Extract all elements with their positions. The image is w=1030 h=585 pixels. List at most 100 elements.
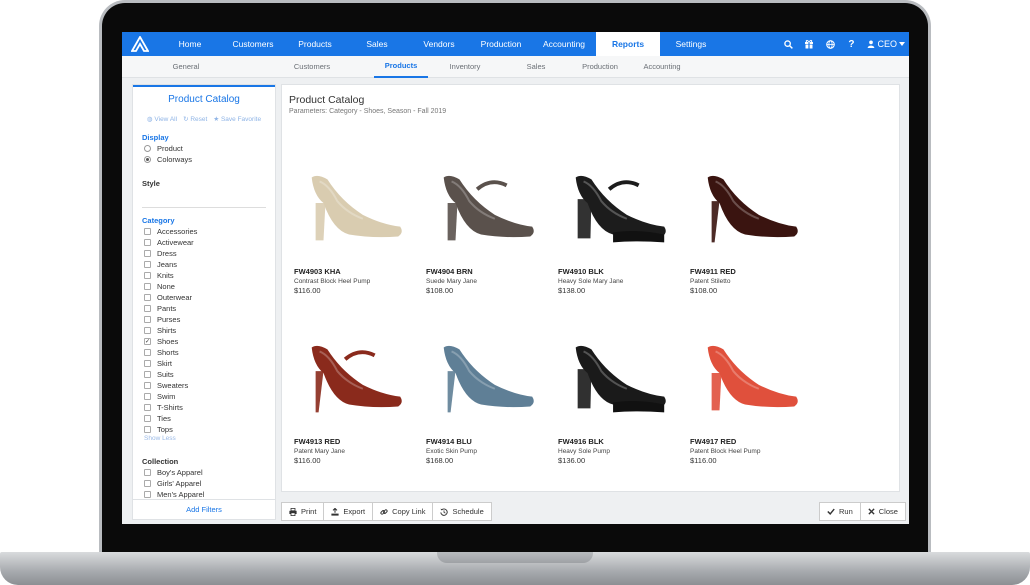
option-label: Shirts	[157, 326, 177, 335]
category-option-outerwear[interactable]: Outerwear	[142, 292, 266, 303]
checkbox[interactable]	[144, 294, 151, 301]
product-image	[575, 175, 666, 243]
checkbox[interactable]	[144, 250, 151, 257]
checkbox[interactable]	[144, 491, 151, 498]
checkbox[interactable]	[144, 360, 151, 367]
checkbox[interactable]	[144, 327, 151, 334]
category-option-shorts[interactable]: Shorts	[142, 347, 266, 358]
nav-home[interactable]: Home	[158, 32, 222, 56]
product-card[interactable]: FW4914 BLU Exotic Skin Pump $168.00	[426, 325, 544, 465]
category-option-t-shirts[interactable]: T-Shirts	[142, 402, 266, 413]
nav-sales[interactable]: Sales	[346, 32, 408, 56]
sidebar-filters[interactable]: Display Product Colorways Style Category …	[133, 127, 275, 499]
product-card[interactable]: FW4916 BLK Heavy Sole Pump $136.00	[558, 325, 676, 465]
nav-production[interactable]: Production	[470, 32, 532, 56]
checkbox[interactable]	[144, 283, 151, 290]
gift-icon[interactable]	[804, 39, 814, 49]
nav-vendors[interactable]: Vendors	[408, 32, 470, 56]
category-option-purses[interactable]: Purses	[142, 314, 266, 325]
checkbox[interactable]: ✓	[144, 338, 151, 345]
checkbox[interactable]	[144, 404, 151, 411]
copy-link-button[interactable]: Copy Link	[372, 502, 434, 521]
radio-button[interactable]	[144, 145, 151, 152]
category-option-dress[interactable]: Dress	[142, 248, 266, 259]
nav-settings[interactable]: Settings	[660, 32, 722, 56]
show-less-link[interactable]: Show Less	[142, 435, 266, 445]
product-card[interactable]: FW4910 BLK Heavy Sole Mary Jane $138.00	[558, 155, 676, 295]
add-filters-button[interactable]: Add Filters	[133, 499, 275, 519]
product-image	[707, 175, 798, 243]
category-option-none[interactable]: None	[142, 281, 266, 292]
category-option-sweaters[interactable]: Sweaters	[142, 380, 266, 391]
category-option-shirts[interactable]: Shirts	[142, 325, 266, 336]
checkbox[interactable]	[144, 272, 151, 279]
checkbox[interactable]	[144, 371, 151, 378]
nav-customers[interactable]: Customers	[222, 32, 284, 56]
product-image	[311, 175, 402, 241]
subnav-customers[interactable]: Customers	[250, 56, 374, 78]
product-card[interactable]: FW4903 KHA Contrast Block Heel Pump $116.0…	[294, 155, 412, 295]
category-option-skirt[interactable]: Skirt	[142, 358, 266, 369]
subnav-accounting[interactable]: Accounting	[630, 56, 694, 78]
report-toolbar: Print Export Copy Link Schedule	[281, 502, 492, 521]
checkbox[interactable]	[144, 415, 151, 422]
checkbox[interactable]	[144, 469, 151, 476]
category-option-suits[interactable]: Suits	[142, 369, 266, 380]
checkbox[interactable]	[144, 239, 151, 246]
checkbox[interactable]	[144, 393, 151, 400]
subnav-inventory[interactable]: Inventory	[428, 56, 502, 78]
close-button[interactable]: Close	[859, 502, 906, 521]
category-option-pants[interactable]: Pants	[142, 303, 266, 314]
display-option-product[interactable]: Product	[142, 143, 266, 154]
category-option-swim[interactable]: Swim	[142, 391, 266, 402]
product-card[interactable]: FW4913 RED Patent Mary Jane $116.00	[294, 325, 412, 465]
reset-link[interactable]: ↻ Reset	[183, 115, 207, 123]
subnav-general[interactable]: General	[122, 56, 250, 78]
nav-tools: ? CEO	[783, 32, 905, 56]
category-option-jeans[interactable]: Jeans	[142, 259, 266, 270]
product-card[interactable]: FW4904 BRN Suede Mary Jane $108.00	[426, 155, 544, 295]
schedule-button[interactable]: Schedule	[432, 502, 492, 521]
checkbox[interactable]	[144, 305, 151, 312]
category-option-ties[interactable]: Ties	[142, 413, 266, 424]
checkbox[interactable]	[144, 349, 151, 356]
product-card[interactable]: FW4917 RED Patent Block Heel Pump $116.00	[690, 325, 808, 465]
product-description: Patent Block Heel Pump	[690, 448, 761, 455]
category-option-activewear[interactable]: Activewear	[142, 237, 266, 248]
subnav-products[interactable]: Products	[374, 56, 428, 78]
nav-accounting[interactable]: Accounting	[532, 32, 596, 56]
subnav-sales[interactable]: Sales	[502, 56, 570, 78]
save-favorite-link[interactable]: ★ Save Favorite	[213, 115, 261, 123]
category-option-accessories[interactable]: Accessories	[142, 226, 266, 237]
checkbox[interactable]	[144, 228, 151, 235]
search-icon[interactable]	[783, 39, 793, 49]
collection-option-boy-s-apparel[interactable]: Boy's Apparel	[142, 467, 266, 478]
run-button[interactable]: Run	[819, 502, 861, 521]
checkbox[interactable]	[144, 426, 151, 433]
print-button[interactable]: Print	[281, 502, 325, 521]
help-icon[interactable]: ?	[846, 39, 856, 50]
collection-option-girls-apparel[interactable]: Girls' Apparel	[142, 478, 266, 489]
app-logo-icon[interactable]	[122, 32, 158, 56]
product-description: Patent Stiletto	[690, 278, 731, 285]
category-option-knits[interactable]: Knits	[142, 270, 266, 281]
category-heading: Category	[142, 216, 175, 225]
user-menu[interactable]: CEO	[867, 39, 905, 49]
subnav-production[interactable]: Production	[570, 56, 630, 78]
view-all-link[interactable]: ◍ View All	[147, 115, 177, 123]
checkbox[interactable]	[144, 382, 151, 389]
display-option-colorways[interactable]: Colorways	[142, 154, 266, 165]
nav-products[interactable]: Products	[284, 32, 346, 56]
checkbox[interactable]	[144, 316, 151, 323]
radio-button[interactable]	[144, 156, 151, 163]
category-option-tops[interactable]: Tops	[142, 424, 266, 435]
checkbox[interactable]	[144, 480, 151, 487]
product-sku: FW4904 BRN	[426, 267, 473, 276]
globe-icon[interactable]	[825, 39, 835, 49]
product-card[interactable]: FW4911 RED Patent Stiletto $108.00	[690, 155, 808, 295]
nav-reports[interactable]: Reports	[596, 32, 660, 56]
collection-option-men-s-apparel[interactable]: Men's Apparel	[142, 489, 266, 499]
category-option-shoes[interactable]: ✓ Shoes	[142, 336, 266, 347]
export-button[interactable]: Export	[323, 502, 374, 521]
checkbox[interactable]	[144, 261, 151, 268]
